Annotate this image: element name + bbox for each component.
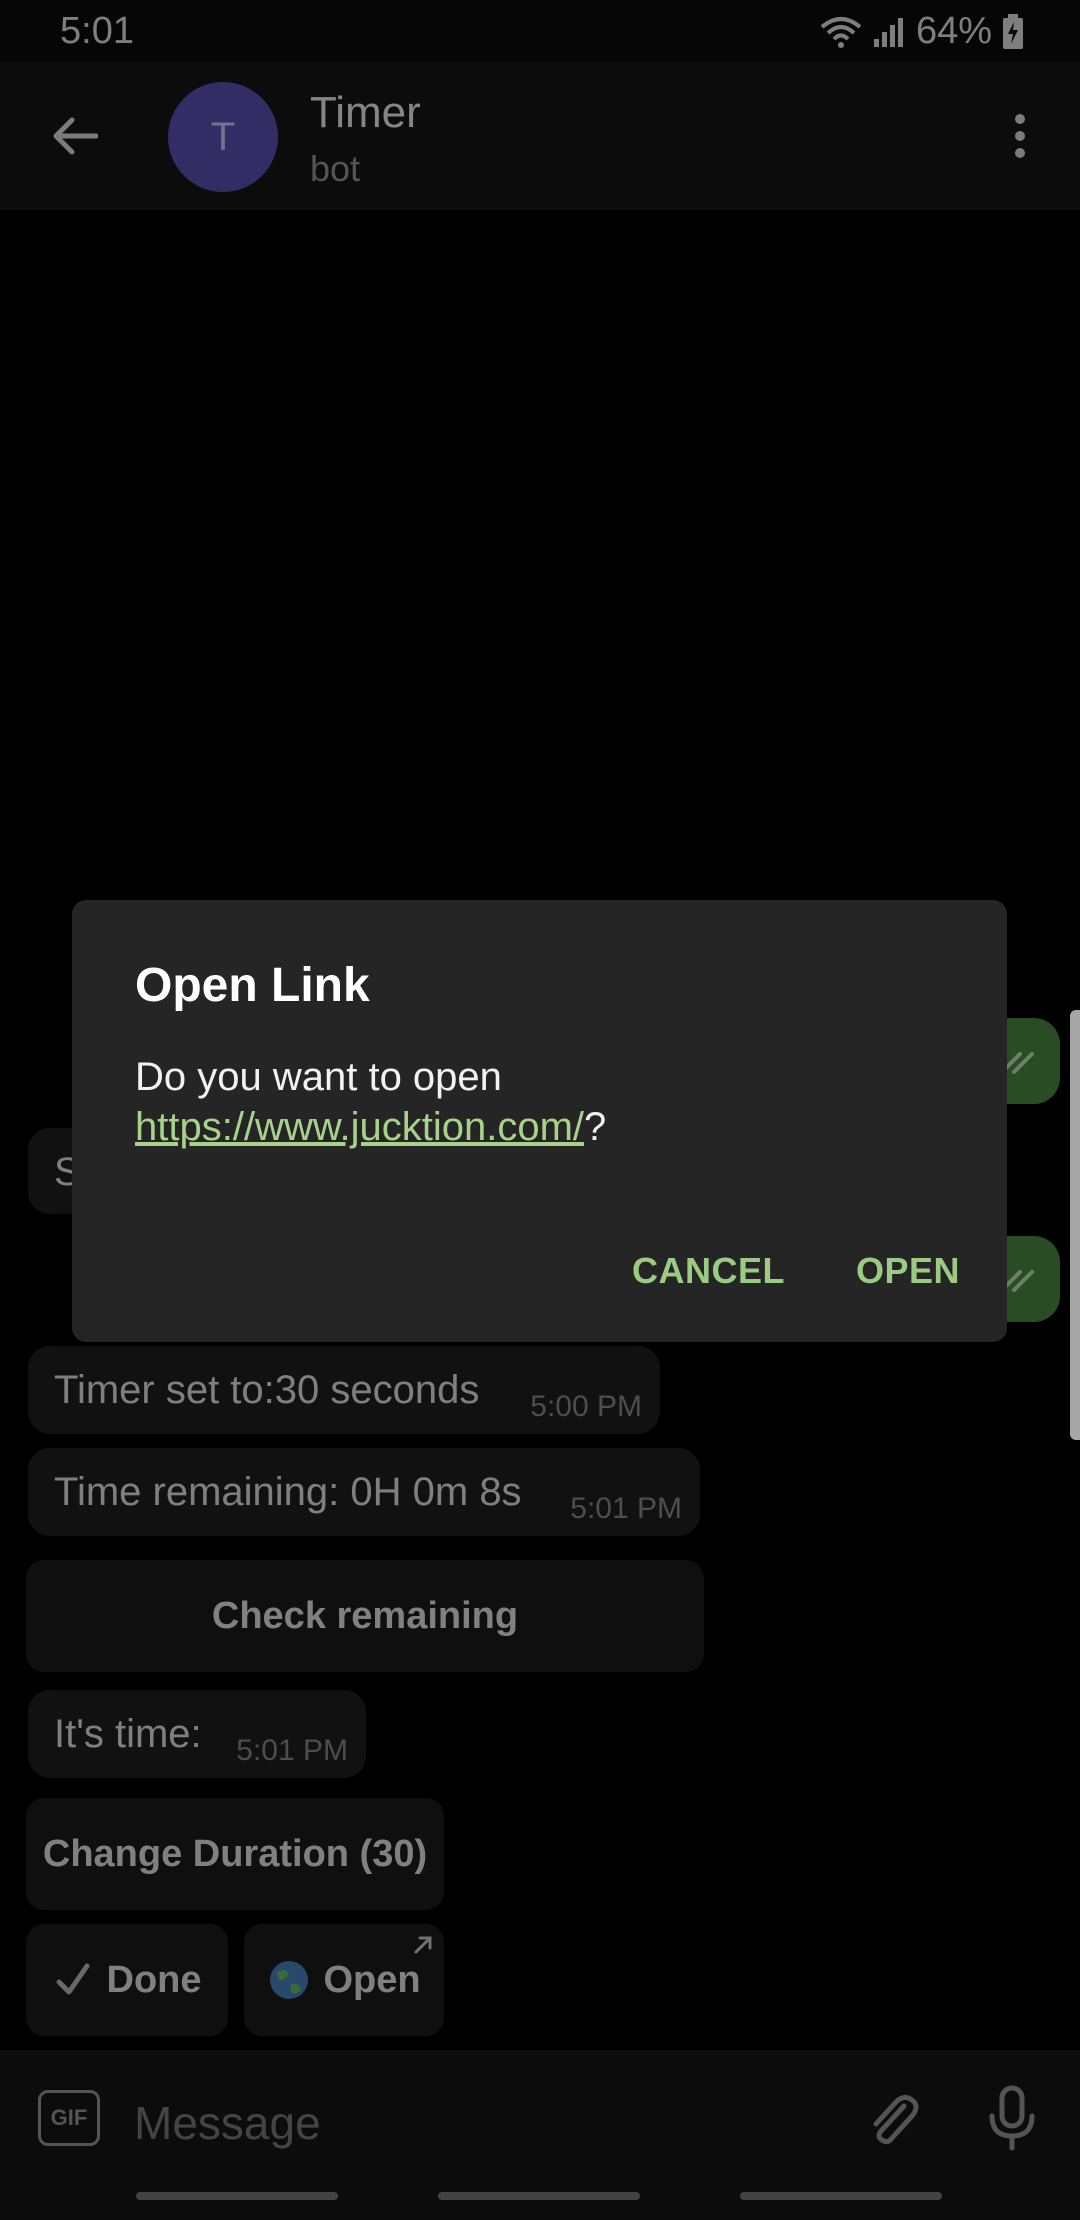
open-button[interactable]: OPEN	[856, 1250, 960, 1292]
open-link-dialog: Open Link Do you want to open https://ww…	[72, 900, 1007, 1342]
scroll-indicator	[1070, 1010, 1080, 1440]
dialog-message-prefix: Do you want to open	[135, 1055, 502, 1099]
dialog-message-suffix: ?	[584, 1105, 607, 1149]
dialog-title: Open Link	[135, 959, 370, 1012]
dialog-url-link[interactable]: https://www.jucktion.com/	[135, 1105, 584, 1149]
cancel-button[interactable]: CANCEL	[632, 1250, 785, 1292]
dialog-message: Do you want to open https://www.jucktion…	[135, 1052, 955, 1152]
